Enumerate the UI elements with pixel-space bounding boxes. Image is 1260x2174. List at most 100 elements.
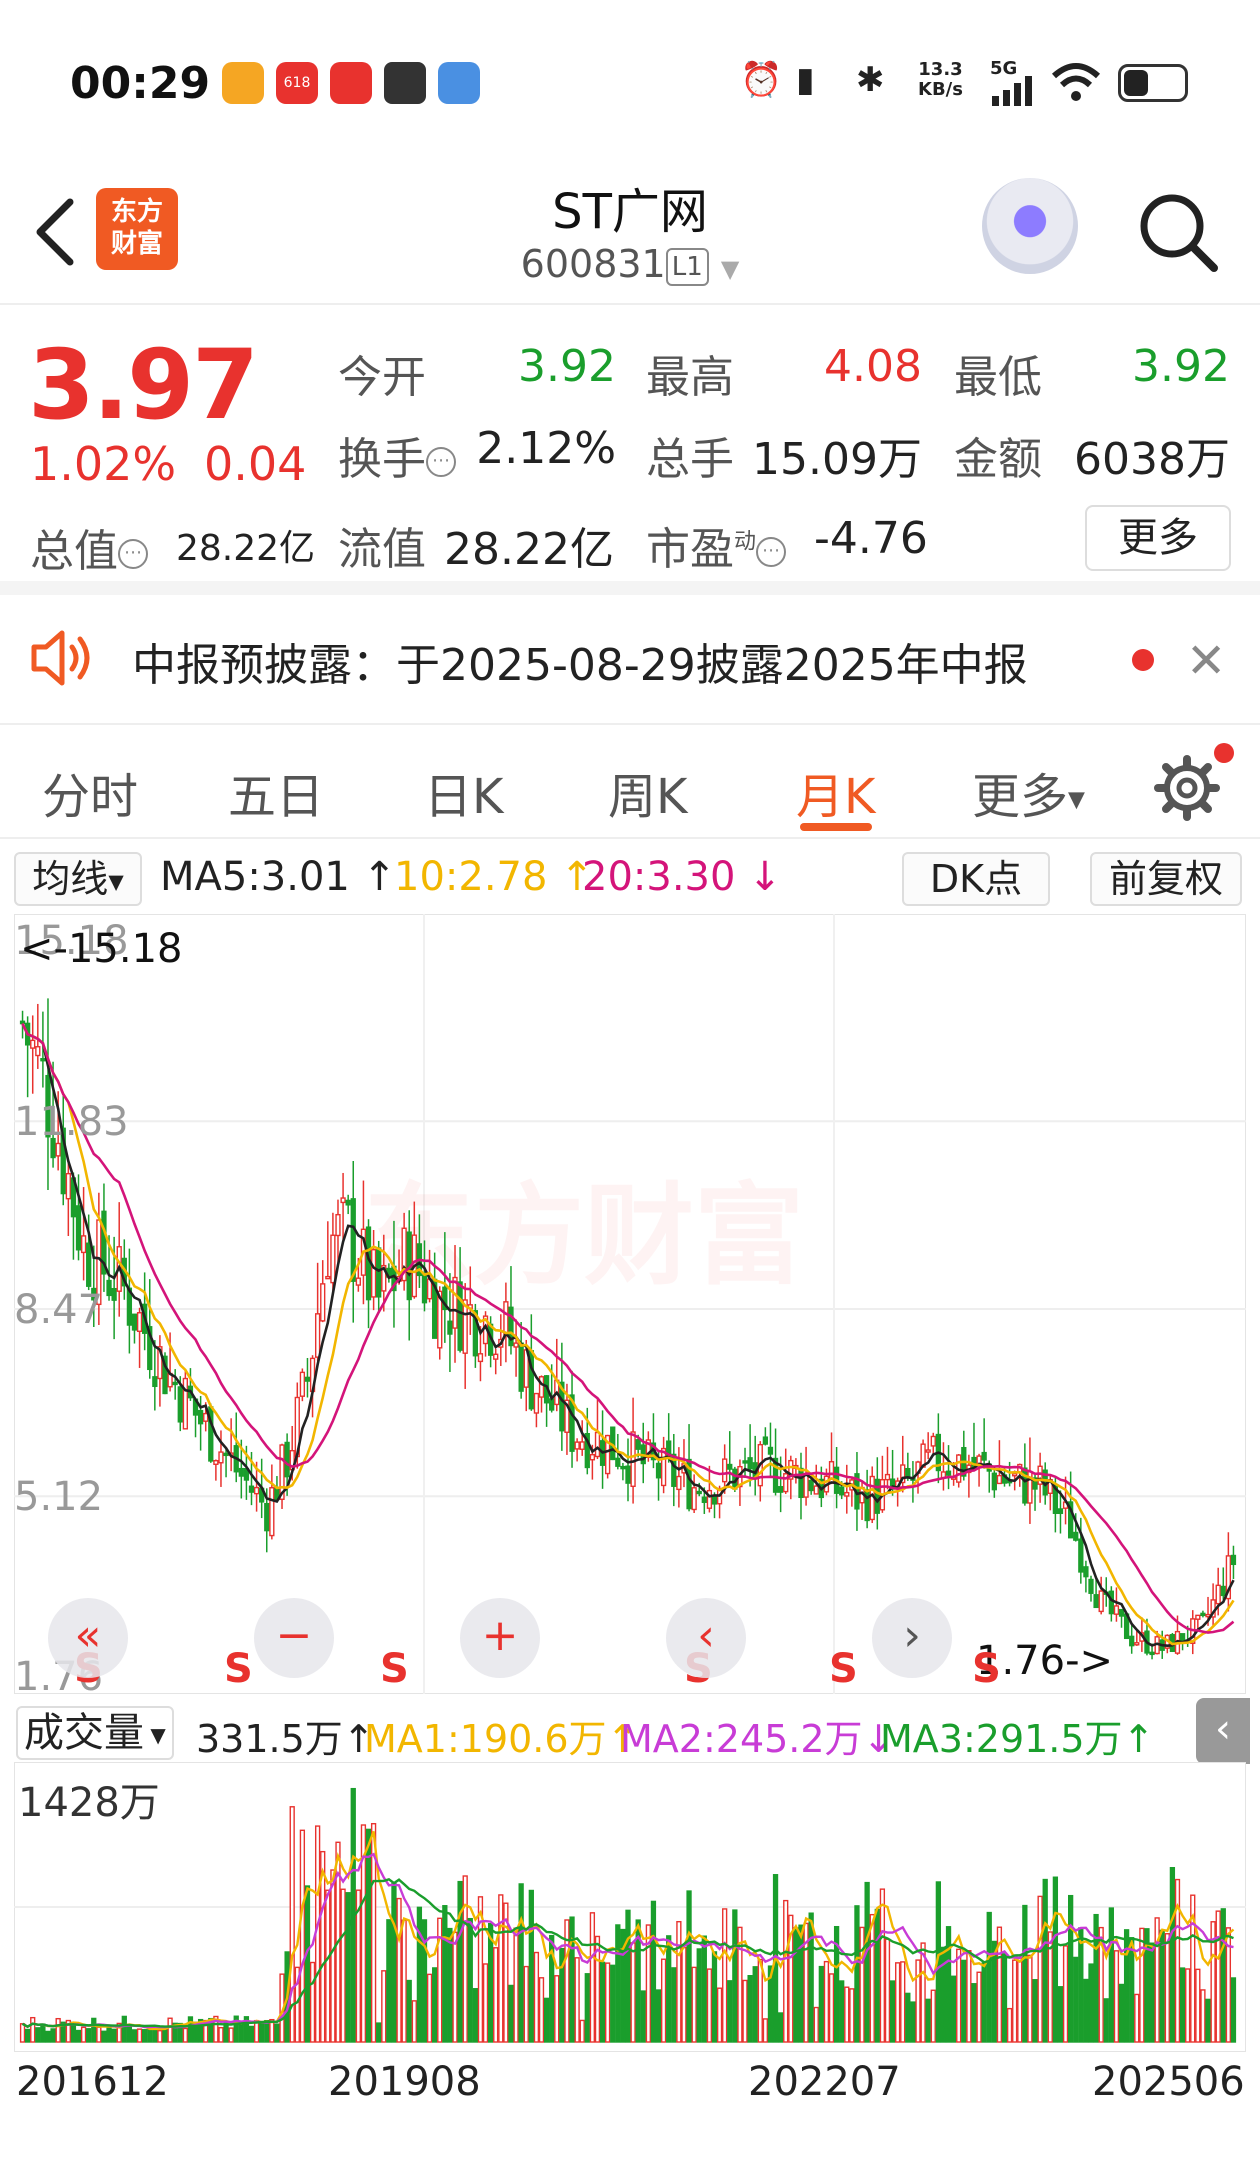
volume-bar-down [1057, 1986, 1064, 2043]
tab-five-day[interactable]: 五日 [228, 757, 324, 827]
tab-intraday[interactable]: 分时 [42, 757, 138, 827]
volume-bar-up [660, 1958, 667, 2043]
volume-chart[interactable]: 1428万 [14, 1762, 1246, 2052]
collapse-panel-button[interactable]: ‹ [1196, 1698, 1250, 1764]
volume-ma3: MA3:291.5万↑ [880, 1717, 1155, 1761]
shopping-app-icon-2 [330, 62, 372, 104]
notice-banner[interactable]: 中报预披露：于2025-08-29披露2025年中报 ✕ [0, 595, 1260, 725]
pe-value: -4.76 [814, 513, 928, 564]
candle-down [620, 1465, 626, 1470]
volume-bar-up [976, 1971, 982, 2043]
info-icon: ⋯ [426, 447, 456, 477]
adjust-select[interactable]: 前复权 [1090, 852, 1242, 906]
volume-bar-up [554, 1975, 560, 2043]
chevron-down-icon: ▼ [108, 869, 124, 894]
volume-indicator-select[interactable]: 成交量 ▼ [16, 1706, 174, 1760]
stock-header: 东方 财富 ST广网 600831 L1 ▼ [0, 170, 1260, 305]
close-icon[interactable]: ✕ [1186, 633, 1226, 689]
volume-bar-up [167, 2017, 173, 2043]
candle-up [1134, 1642, 1140, 1646]
candle-up [1113, 1605, 1120, 1615]
volume-bar-up [915, 1959, 921, 2043]
volume-bar-down [1149, 1942, 1155, 2043]
market-cap-text: 总值 [30, 526, 118, 577]
candle-up [884, 1473, 891, 1481]
volume-bar-down [610, 1964, 616, 2043]
volume-bar-up [325, 1889, 331, 2043]
ai-assistant-avatar[interactable] [982, 178, 1078, 274]
scroll-left-button[interactable]: ‹ [666, 1598, 746, 1678]
tab-more[interactable]: 更多▼ [972, 757, 1085, 827]
volume-bar-down [1129, 1937, 1135, 2043]
candle-down [304, 1376, 311, 1382]
volume-bar-down [666, 1935, 672, 2043]
more-quote-button[interactable]: 更多 [1085, 505, 1231, 571]
volume-bar-up [681, 1946, 687, 2043]
low-label: 最低 [954, 352, 1042, 403]
volume-bar-up [157, 2029, 163, 2043]
volume-bar-down [365, 1828, 372, 2043]
turnover-rate-label[interactable]: 换手 ⋯ [338, 423, 456, 487]
volume-bar-up [19, 2023, 26, 2043]
rewind-button[interactable]: « [48, 1598, 128, 1678]
dk-point-button[interactable]: DK点 [902, 852, 1050, 906]
stock-code: 600831 [520, 242, 666, 286]
volume-bar-up [956, 1948, 962, 2043]
candle-down [981, 1451, 987, 1461]
volume-bar-up [513, 1927, 519, 2043]
volume-bar-down [1073, 1956, 1079, 2043]
candle-down [874, 1478, 880, 1514]
market-cap-label[interactable]: 总值 ⋯ [30, 515, 148, 579]
candle-up [370, 1248, 377, 1298]
volume-bar-down [111, 2028, 117, 2043]
pe-label[interactable]: 市盈动 ⋯ [646, 513, 787, 577]
indicator-select-label: 均线 [32, 857, 109, 901]
search-icon[interactable] [1134, 188, 1224, 278]
level-badge: L1 [665, 247, 709, 286]
volume-bar-down [391, 1882, 397, 2043]
tab-daily-k[interactable]: 日K [424, 757, 503, 827]
volume-bar-down [24, 2028, 31, 2043]
volume-bar-up [96, 2026, 102, 2043]
volume-bar-down [1032, 1979, 1038, 2043]
candle-down [1057, 1508, 1064, 1515]
candle-up [996, 1474, 1003, 1485]
volume-bar-down [940, 1946, 947, 2043]
wifi-icon [1051, 63, 1101, 101]
scroll-right-button[interactable]: › [872, 1598, 952, 1678]
volume-bar-down [650, 1900, 657, 2043]
volume-bar-down [121, 2015, 127, 2043]
volume-bar-down [569, 1916, 575, 2043]
candle-up [55, 1142, 61, 1157]
tab-monthly-k[interactable]: 月K [796, 757, 875, 827]
chevron-down-icon: ▼ [144, 1723, 166, 1747]
volume-bar-down [808, 1912, 814, 2043]
volume-bar-up [762, 2018, 769, 2043]
candle-up [1195, 1614, 1201, 1620]
tab-weekly-k[interactable]: 周K [608, 757, 687, 827]
volume-value: 15.09万 [752, 434, 922, 485]
volume-bar-up [813, 2006, 819, 2043]
volume-bar-up [884, 1938, 891, 2043]
zoom-out-button[interactable]: − [254, 1598, 334, 1678]
candle-up [213, 1459, 219, 1465]
candle-down [625, 1465, 631, 1484]
kline-chart[interactable]: 东方财富 15.1811.838.475.121.76 <-15.18 1.76… [14, 914, 1246, 1694]
speaker-icon [31, 630, 90, 686]
volume-bar-down [259, 2022, 265, 2043]
volume-bar-up [401, 1919, 407, 2043]
zoom-in-button[interactable]: + [460, 1598, 540, 1678]
volume-ma1: MA1:190.6万↑ [364, 1717, 639, 1761]
candle-down [1129, 1635, 1135, 1647]
volume-bar-up [828, 1973, 835, 2043]
candle-up [579, 1441, 585, 1450]
candle-up [513, 1342, 519, 1348]
volume-bar-up [757, 1958, 763, 2043]
volume-bar-down [991, 1940, 997, 2043]
gear-icon[interactable] [1154, 755, 1220, 821]
volume-bar-up [691, 1966, 697, 2043]
indicator-select[interactable]: 均线▼ [14, 852, 142, 906]
volume-bar-up [1139, 1927, 1145, 2043]
volume-bar-up [1012, 1959, 1018, 2043]
save-app-icon [384, 62, 426, 104]
